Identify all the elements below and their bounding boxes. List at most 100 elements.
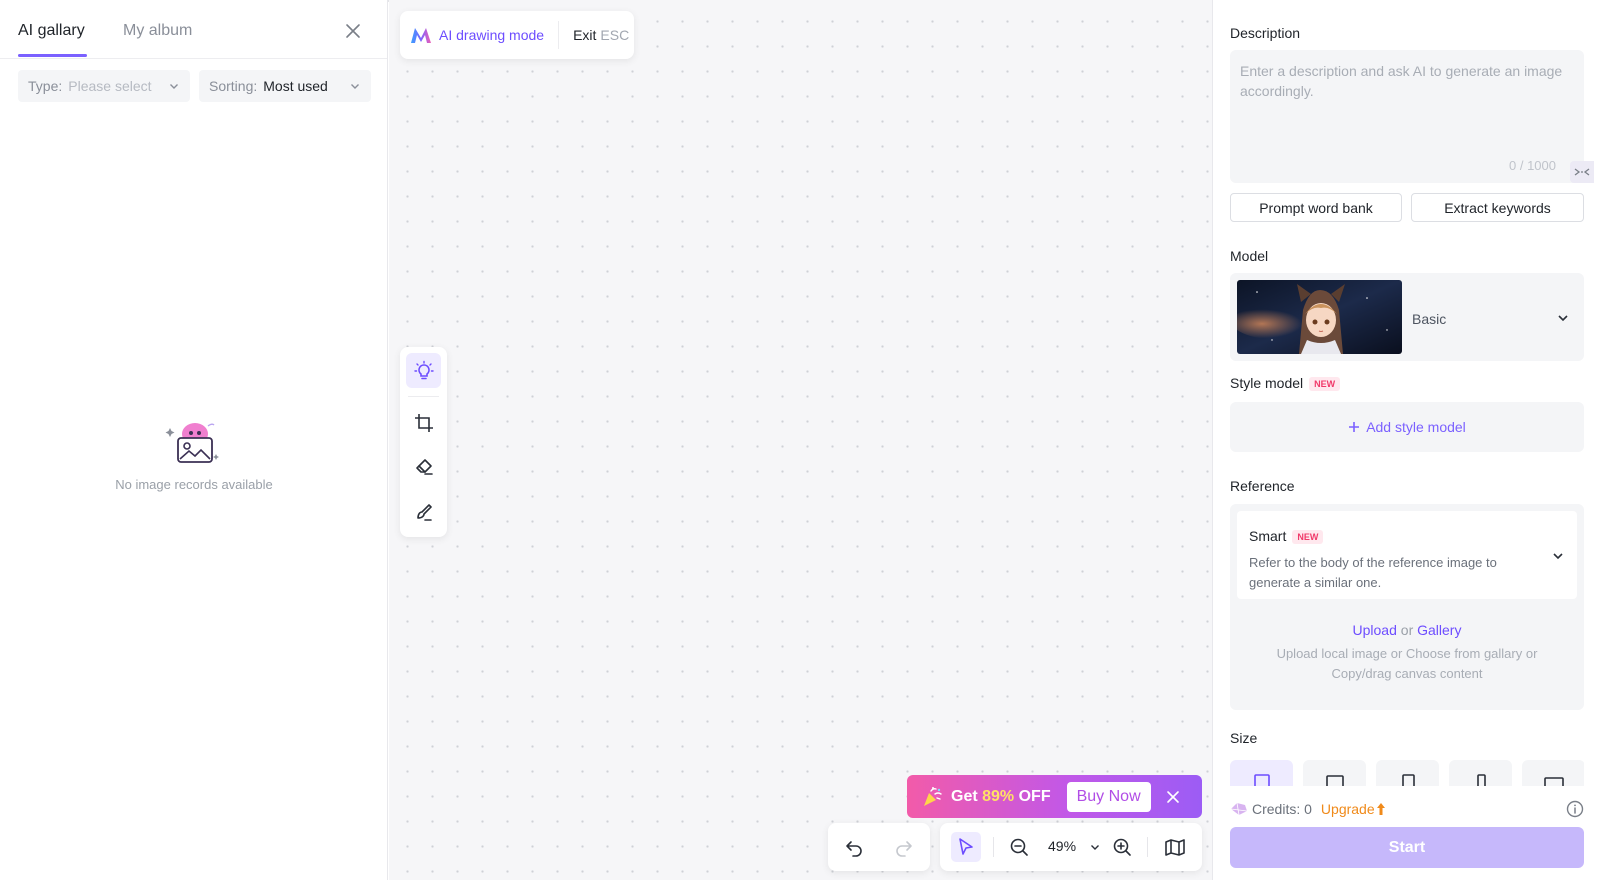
portrait-ratio-icon bbox=[1401, 774, 1415, 786]
chevron-down-icon[interactable] bbox=[1089, 841, 1101, 853]
model-thumbnail bbox=[1237, 280, 1402, 354]
party-popper-icon bbox=[924, 786, 942, 806]
description-box: 0 / 1000 bbox=[1230, 50, 1594, 183]
add-style-model-label: Add style model bbox=[1366, 419, 1466, 435]
chevron-down-icon bbox=[351, 84, 359, 89]
history-toolbar bbox=[828, 823, 930, 871]
sorting-filter[interactable]: Sorting: Most used bbox=[199, 70, 371, 102]
drawing-canvas[interactable] bbox=[389, 0, 1212, 880]
new-badge: NEW bbox=[1292, 530, 1324, 545]
gallery-tabs: AI gallary My album bbox=[0, 0, 387, 59]
divider bbox=[408, 396, 439, 397]
select-tool-button[interactable] bbox=[951, 832, 981, 862]
divider bbox=[1147, 837, 1148, 857]
upgrade-label: Upgrade bbox=[1320, 801, 1375, 817]
model-select[interactable]: Basic bbox=[1230, 273, 1584, 361]
description-title: Description bbox=[1230, 25, 1301, 41]
credits-count: Credits: 0 bbox=[1252, 801, 1312, 817]
type-filter-value: Please select bbox=[68, 78, 152, 94]
tab-indicator bbox=[18, 54, 87, 57]
size-title: Size bbox=[1230, 730, 1258, 746]
credits-gem-icon bbox=[1230, 802, 1248, 816]
zoom-out-button[interactable] bbox=[1004, 832, 1034, 862]
tool-eraser[interactable] bbox=[406, 448, 441, 483]
arrow-up-icon bbox=[1376, 803, 1385, 815]
undo-icon bbox=[846, 841, 862, 857]
prompt-word-bank-button[interactable]: Prompt word bank bbox=[1230, 193, 1402, 222]
size-option-portrait-916[interactable] bbox=[1449, 760, 1512, 786]
tab-my-album[interactable]: My album bbox=[123, 22, 192, 40]
reference-mode: Smart NEW bbox=[1249, 528, 1324, 545]
chevron-down-icon bbox=[1553, 553, 1563, 560]
chevron-down-icon bbox=[1558, 315, 1568, 322]
reference-box: Smart NEW Refer to the body of the refere… bbox=[1230, 504, 1584, 710]
tool-crop[interactable] bbox=[406, 405, 441, 440]
size-option-landscape-169[interactable] bbox=[1522, 760, 1584, 786]
info-icon[interactable] bbox=[1566, 800, 1584, 818]
type-filter-label: Type: bbox=[28, 78, 63, 94]
or-text: or bbox=[1400, 622, 1414, 638]
promo-banner: Get 89% OFF Buy Now bbox=[907, 775, 1202, 818]
zoom-out-icon bbox=[1010, 838, 1028, 856]
upgrade-link[interactable]: Upgrade bbox=[1321, 801, 1385, 817]
zoom-level[interactable]: 49% bbox=[1048, 838, 1076, 854]
sorting-filter-value: Most used bbox=[263, 78, 328, 94]
wide-landscape-ratio-icon bbox=[1543, 777, 1564, 786]
zoom-in-icon bbox=[1113, 838, 1131, 856]
promo-percent: 89% bbox=[982, 787, 1015, 805]
square-ratio-icon bbox=[1253, 774, 1270, 786]
map-icon bbox=[1165, 839, 1185, 856]
ai-logo-icon bbox=[411, 28, 431, 43]
expand-icon bbox=[1574, 168, 1590, 176]
new-badge: NEW bbox=[1309, 377, 1341, 392]
promo-text: Get 89% OFF bbox=[951, 788, 1051, 806]
size-option-portrait-34[interactable] bbox=[1376, 760, 1439, 786]
brush-icon bbox=[416, 503, 432, 521]
exit-shortcut: ESC bbox=[600, 27, 630, 43]
exit-button[interactable]: Exit ESC bbox=[573, 27, 629, 43]
style-model-label: Style model bbox=[1230, 375, 1304, 391]
start-button[interactable]: Start bbox=[1230, 827, 1584, 868]
mode-label-text: AI drawing mode bbox=[439, 27, 545, 43]
landscape-ratio-icon bbox=[1325, 775, 1344, 786]
redo-icon bbox=[896, 841, 912, 857]
add-style-model-button[interactable]: Add style model bbox=[1230, 402, 1584, 452]
tool-inspire[interactable] bbox=[406, 353, 441, 388]
reference-mode-label: Smart bbox=[1249, 528, 1287, 544]
eraser-icon bbox=[415, 458, 433, 475]
divider bbox=[993, 837, 994, 857]
upload-link[interactable]: Upload bbox=[1353, 622, 1397, 638]
close-icon[interactable] bbox=[343, 21, 363, 41]
buy-now-button[interactable]: Buy Now bbox=[1066, 781, 1151, 812]
divider bbox=[558, 21, 560, 49]
undo-button[interactable] bbox=[839, 832, 869, 862]
empty-state: No image records available bbox=[0, 420, 388, 492]
gallery-link[interactable]: Gallery bbox=[1417, 622, 1461, 638]
reference-mode-select[interactable]: Smart NEW Refer to the body of the refere… bbox=[1237, 511, 1577, 599]
minimap-button[interactable] bbox=[1160, 832, 1190, 862]
style-model-title: Style model NEW bbox=[1230, 375, 1341, 392]
close-icon[interactable] bbox=[1165, 789, 1181, 805]
model-name: Basic bbox=[1412, 311, 1447, 327]
zoom-in-button[interactable] bbox=[1107, 832, 1137, 862]
extract-keywords-button[interactable]: Extract keywords bbox=[1411, 193, 1584, 222]
expand-button[interactable] bbox=[1570, 161, 1594, 183]
lightbulb-icon bbox=[413, 360, 434, 379]
promo-prefix: Get bbox=[951, 787, 983, 805]
tool-brush[interactable] bbox=[406, 494, 441, 529]
type-filter[interactable]: Type: Please select bbox=[18, 70, 190, 102]
model-preview-image bbox=[1237, 280, 1402, 354]
left-panel: AI gallary My album Type: Please select … bbox=[0, 0, 388, 880]
tall-portrait-ratio-icon bbox=[1476, 774, 1486, 786]
credits-row: Credits: 0 Upgrade bbox=[1230, 798, 1584, 820]
tab-ai-gallery[interactable]: AI gallary bbox=[18, 22, 85, 40]
description-input[interactable] bbox=[1240, 61, 1574, 151]
redo-button[interactable] bbox=[889, 832, 919, 862]
empty-state-text: No image records available bbox=[115, 477, 273, 492]
sorting-filter-label: Sorting: bbox=[209, 78, 258, 94]
size-option-landscape-43[interactable] bbox=[1303, 760, 1366, 786]
reference-mode-desc: Refer to the body of the reference image… bbox=[1249, 555, 1497, 590]
size-option-square[interactable] bbox=[1230, 760, 1293, 786]
right-panel: Description 0 / 1000 Prompt word bank Ex… bbox=[1212, 0, 1600, 880]
plus-icon bbox=[1349, 422, 1360, 432]
